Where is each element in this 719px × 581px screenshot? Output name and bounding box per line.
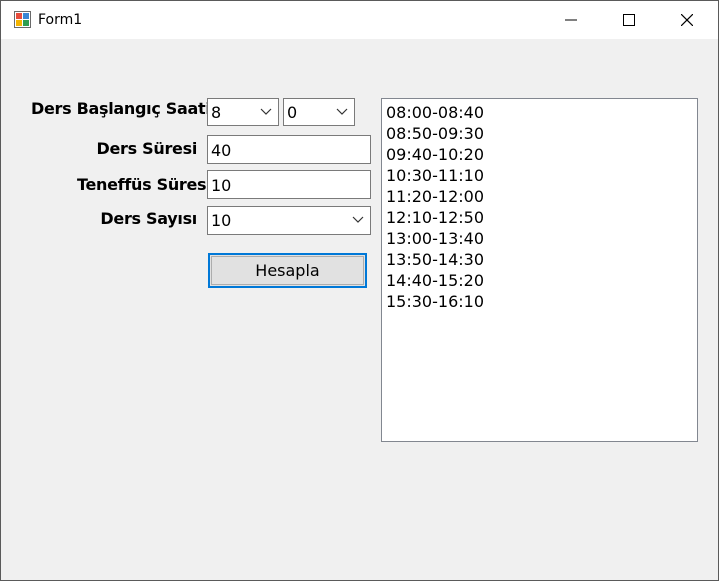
maximize-icon xyxy=(623,14,635,26)
chevron-down-icon xyxy=(352,216,364,223)
window-title: Form1 xyxy=(38,12,83,28)
start-time-label: Ders Başlangıç Saati xyxy=(31,99,211,118)
list-item[interactable]: 15:30-16:10 xyxy=(386,291,693,312)
list-item[interactable]: 13:00-13:40 xyxy=(386,228,693,249)
list-item[interactable]: 13:50-14:30 xyxy=(386,249,693,270)
app-icon xyxy=(14,11,31,28)
start-hour-combobox[interactable]: 8 xyxy=(207,98,279,126)
list-item[interactable]: 10:30-11:10 xyxy=(386,165,693,186)
break-input[interactable]: 10 xyxy=(207,170,371,199)
duration-value: 40 xyxy=(211,141,232,160)
count-label: Ders Sayısı xyxy=(100,209,197,228)
list-item[interactable]: 11:20-12:00 xyxy=(386,186,693,207)
break-label: Teneffüs Süresi xyxy=(77,175,206,194)
start-minute-value: 0 xyxy=(287,103,298,122)
maximize-button[interactable] xyxy=(600,1,658,39)
form-window: Form1 Ders Başlangıç Saati Ders Süresi T… xyxy=(0,0,719,581)
list-item[interactable]: 09:40-10:20 xyxy=(386,144,693,165)
chevron-down-icon xyxy=(260,108,272,115)
duration-input[interactable]: 40 xyxy=(207,135,371,164)
title-bar[interactable]: Form1 xyxy=(1,1,718,39)
minimize-button[interactable] xyxy=(542,1,600,39)
close-button[interactable] xyxy=(658,1,716,39)
break-value: 10 xyxy=(211,176,232,195)
count-combobox[interactable]: 10 xyxy=(207,206,371,235)
list-item[interactable]: 08:00-08:40 xyxy=(386,102,693,123)
schedule-listbox[interactable]: 08:00-08:40 08:50-09:30 09:40-10:20 10:3… xyxy=(381,98,698,442)
list-item[interactable]: 12:10-12:50 xyxy=(386,207,693,228)
chevron-down-icon xyxy=(336,108,348,115)
start-hour-value: 8 xyxy=(211,103,222,122)
calculate-button-label: Hesapla xyxy=(255,261,320,280)
start-minute-combobox[interactable]: 0 xyxy=(283,98,355,126)
list-item[interactable]: 08:50-09:30 xyxy=(386,123,693,144)
close-icon xyxy=(681,14,693,26)
list-item[interactable]: 14:40-15:20 xyxy=(386,270,693,291)
calculate-button[interactable]: Hesapla xyxy=(208,253,367,288)
duration-label: Ders Süresi xyxy=(96,139,198,158)
minimize-icon xyxy=(565,19,577,21)
count-value: 10 xyxy=(211,211,232,230)
